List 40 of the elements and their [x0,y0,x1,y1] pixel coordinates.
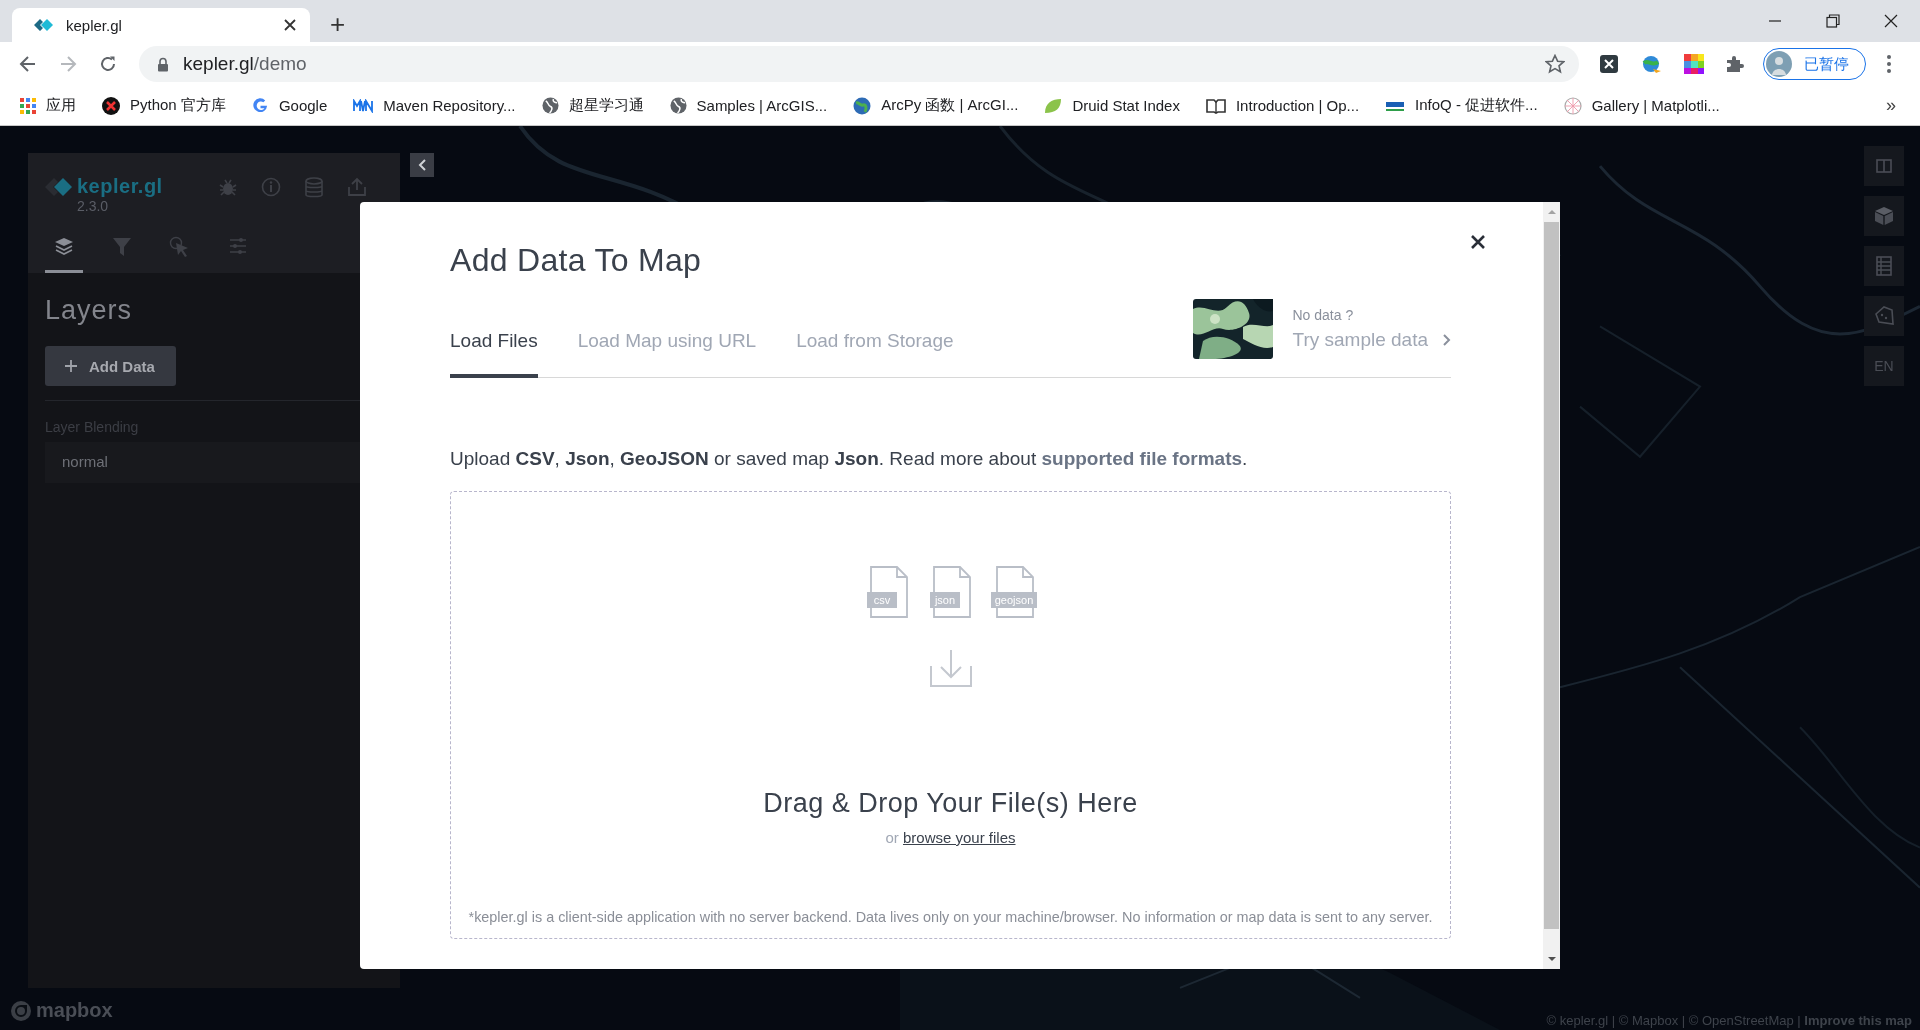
browser-tab[interactable]: kepler.gl [12,8,310,42]
bookmark-link[interactable]: Samples | ArcGIS... [669,97,828,114]
menu-icon[interactable] [1886,54,1892,74]
earth-icon [853,96,872,115]
avatar-icon [1766,51,1792,77]
back-arrow-icon[interactable] [19,55,37,73]
bookmark-link[interactable]: Python 官方库 [102,96,226,115]
bookmark-link[interactable]: InfoQ - 促进软件... [1385,96,1538,115]
color-grid-icon[interactable] [1683,53,1705,75]
forward-arrow-icon[interactable] [59,55,77,73]
star-icon[interactable] [1545,54,1565,74]
puzzle-icon[interactable] [1725,54,1745,74]
bookmark-link[interactable]: Maven Repository... [353,97,516,114]
restore-icon[interactable] [1826,14,1840,28]
diamond-logo-icon [34,18,54,32]
lock-icon [157,56,169,72]
globe-icon [541,97,559,114]
globe-icon [669,97,687,114]
extension-icon[interactable] [1599,54,1619,74]
bookmark-link[interactable]: Gallery | Matplotli... [1563,96,1720,115]
reload-icon[interactable] [99,55,117,73]
close-icon[interactable] [1884,14,1898,28]
new-tab-button[interactable]: + [330,9,346,39]
address-bar[interactable]: kepler.gl/demo [139,46,1579,82]
bookmark-link[interactable]: 应用 [20,96,76,115]
book-icon [1205,97,1226,114]
apps-grid-icon [20,97,36,114]
more-bookmarks-button[interactable]: » [1886,95,1896,116]
wheel-icon [1563,96,1582,115]
bookmark-link[interactable]: Introduction | Op... [1205,97,1360,114]
bookmark-link[interactable]: 超星学习通 [541,96,644,115]
google-g-icon [251,97,269,114]
bookmark-link[interactable]: ArcPy 函数 | ArcGI... [853,96,1019,115]
leaf-icon [1044,97,1063,114]
bookmark-link[interactable]: Druid Stat Index [1044,97,1180,114]
url-text: kepler.gl/demo [183,53,307,75]
mvn-logo-icon [353,98,374,113]
round-logo-icon [102,96,120,115]
bookmark-link[interactable]: Google [251,97,328,114]
close-icon[interactable] [284,19,296,31]
